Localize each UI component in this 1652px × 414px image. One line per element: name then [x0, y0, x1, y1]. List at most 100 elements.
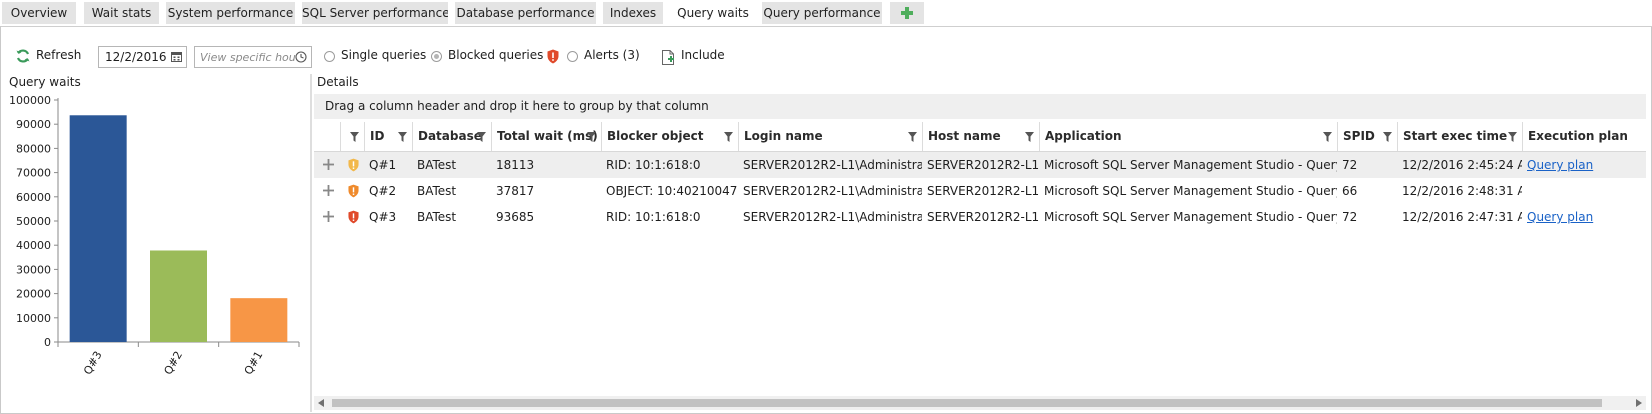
cell-start-exec-time: 12/2/2016 2:47:31 AM: [1402, 210, 1522, 224]
x-tick-label: Q#1: [242, 349, 266, 377]
y-tick-label: 50000: [16, 215, 51, 228]
cell-start-exec-time: 12/2/2016 2:45:24 AM: [1402, 158, 1522, 172]
tab-sql-server-performance[interactable]: SQL Server performance: [302, 2, 448, 24]
scrollbar-thumb[interactable]: [332, 399, 1602, 407]
clock-icon[interactable]: [295, 51, 307, 63]
date-value: 12/2/2016: [105, 50, 167, 64]
column-header-spid[interactable]: SPID: [1337, 122, 1397, 151]
scroll-right-icon[interactable]: [1636, 399, 1642, 407]
panel-splitter[interactable]: [310, 74, 312, 412]
cell-total-wait: 93685: [496, 210, 535, 224]
cell-total-wait: 37817: [496, 184, 535, 198]
specific-hour-input[interactable]: [195, 47, 296, 67]
cell-database: BATest: [417, 184, 457, 198]
filter-icon[interactable]: [1323, 132, 1332, 142]
column-header-application[interactable]: Application: [1039, 122, 1337, 151]
table-row[interactable]: Q#3 BATest 93685 RID: 10:1:618:0 SERVER2…: [314, 204, 1646, 230]
alert-shield-icon: [348, 184, 359, 198]
y-tick-label: 40000: [16, 239, 51, 252]
cell-blocker-object: RID: 10:1:618:0: [606, 210, 701, 224]
chart-panel-title: Query waits: [9, 75, 81, 89]
tab-strip: Overview Wait stats System performance S…: [0, 0, 1652, 26]
filter-icon[interactable]: [398, 132, 407, 142]
horizontal-scrollbar[interactable]: [314, 396, 1646, 410]
alerts-label[interactable]: Alerts (3): [584, 44, 640, 66]
expand-row-icon[interactable]: [323, 185, 334, 196]
query-plan-link[interactable]: Query plan: [1527, 210, 1593, 224]
filter-icon[interactable]: [1025, 132, 1034, 142]
y-tick-label: 20000: [16, 288, 51, 301]
column-header-blocker-object[interactable]: Blocker object: [601, 122, 738, 151]
table-row[interactable]: Q#1 BATest 18113 RID: 10:1:618:0 SERVER2…: [314, 152, 1646, 178]
alert-shield-icon: [348, 158, 359, 172]
bar: [150, 250, 207, 342]
details-panel: Details Drag a column header and drop it…: [314, 74, 1651, 412]
y-tick-label: 90000: [16, 118, 51, 131]
cell-host-name: SERVER2012R2-L1: [927, 158, 1039, 172]
cell-application: Microsoft SQL Server Management Studio -…: [1044, 184, 1337, 198]
filter-icon[interactable]: [1383, 132, 1392, 142]
x-tick-label: Q#3: [81, 349, 105, 377]
details-panel-title: Details: [317, 75, 359, 89]
tab-query-waits[interactable]: Query waits: [670, 2, 756, 24]
blocked-queries-radio[interactable]: [431, 51, 442, 62]
y-tick-label: 30000: [16, 263, 51, 276]
grid-header: ID Database Total wait (ms) Blocker obje…: [314, 122, 1646, 152]
tab-system-performance[interactable]: System performance: [166, 2, 295, 24]
filter-icon[interactable]: [1508, 132, 1517, 142]
refresh-icon[interactable]: [15, 48, 31, 64]
column-header-login-name[interactable]: Login name: [738, 122, 922, 151]
cell-database: BATest: [417, 158, 457, 172]
cell-application: Microsoft SQL Server Management Studio -…: [1044, 158, 1337, 172]
cell-login-name: SERVER2012R2-L1\Administrator: [743, 184, 922, 198]
filter-icon[interactable]: [908, 132, 917, 142]
cell-login-name: SERVER2012R2-L1\Administrator: [743, 210, 922, 224]
add-tab-button[interactable]: [890, 2, 924, 24]
group-by-drop-area[interactable]: Drag a column header and drop it here to…: [314, 94, 1646, 119]
tab-overview[interactable]: Overview: [2, 2, 76, 24]
column-header-id[interactable]: ID: [364, 122, 412, 151]
filter-icon[interactable]: [587, 132, 596, 142]
tab-query-performance[interactable]: Query performance: [762, 2, 882, 24]
query-plan-link[interactable]: Query plan: [1527, 158, 1593, 172]
query-waits-view: Refresh 12/2/2016 Single queries Blocked…: [0, 26, 1652, 414]
expand-row-icon[interactable]: [323, 211, 334, 222]
single-queries-radio[interactable]: [324, 51, 335, 62]
blocked-queries-label[interactable]: Blocked queries: [448, 44, 543, 66]
column-header-total-wait[interactable]: Total wait (ms): [491, 122, 601, 151]
y-tick-label: 80000: [16, 142, 51, 155]
scroll-left-icon[interactable]: [318, 399, 324, 407]
cell-blocker-object: RID: 10:1:618:0: [606, 158, 701, 172]
y-tick-label: 70000: [16, 167, 51, 180]
filter-icon[interactable]: [350, 132, 359, 142]
column-header-host-name[interactable]: Host name: [922, 122, 1039, 151]
tab-database-performance[interactable]: Database performance: [455, 2, 596, 24]
specific-hour-field[interactable]: [194, 46, 312, 68]
column-header-alert[interactable]: [340, 122, 364, 151]
cell-host-name: SERVER2012R2-L1: [927, 184, 1039, 198]
alert-shield-icon: [348, 210, 359, 224]
cell-spid: 66: [1342, 184, 1358, 198]
toolbar: Refresh 12/2/2016 Single queries Blocked…: [1, 27, 1651, 71]
single-queries-label[interactable]: Single queries: [341, 44, 426, 66]
tab-wait-stats[interactable]: Wait stats: [84, 2, 159, 24]
table-row[interactable]: Q#2 BATest 37817 OBJECT: 10:402100473:0 …: [314, 178, 1646, 204]
cell-id: Q#2: [369, 184, 397, 198]
column-header-execution-plan[interactable]: Execution plan: [1522, 122, 1646, 151]
calendar-icon[interactable]: [171, 51, 182, 62]
filter-icon[interactable]: [724, 132, 733, 142]
y-tick-label: 0: [44, 336, 51, 349]
column-header-start-exec-time[interactable]: Start exec time: [1397, 122, 1522, 151]
expand-row-icon[interactable]: [323, 159, 334, 170]
tab-indexes[interactable]: Indexes: [603, 2, 663, 24]
cell-id: Q#3: [369, 210, 397, 224]
cell-total-wait: 18113: [496, 158, 535, 172]
alerts-radio[interactable]: [567, 51, 578, 62]
include-button[interactable]: Include: [681, 44, 725, 66]
cell-host-name: SERVER2012R2-L1: [927, 210, 1039, 224]
refresh-button[interactable]: Refresh: [36, 44, 81, 66]
column-header-database[interactable]: Database: [412, 122, 491, 151]
include-icon[interactable]: [662, 50, 675, 65]
date-picker[interactable]: 12/2/2016: [98, 46, 187, 68]
filter-icon[interactable]: [477, 132, 486, 142]
